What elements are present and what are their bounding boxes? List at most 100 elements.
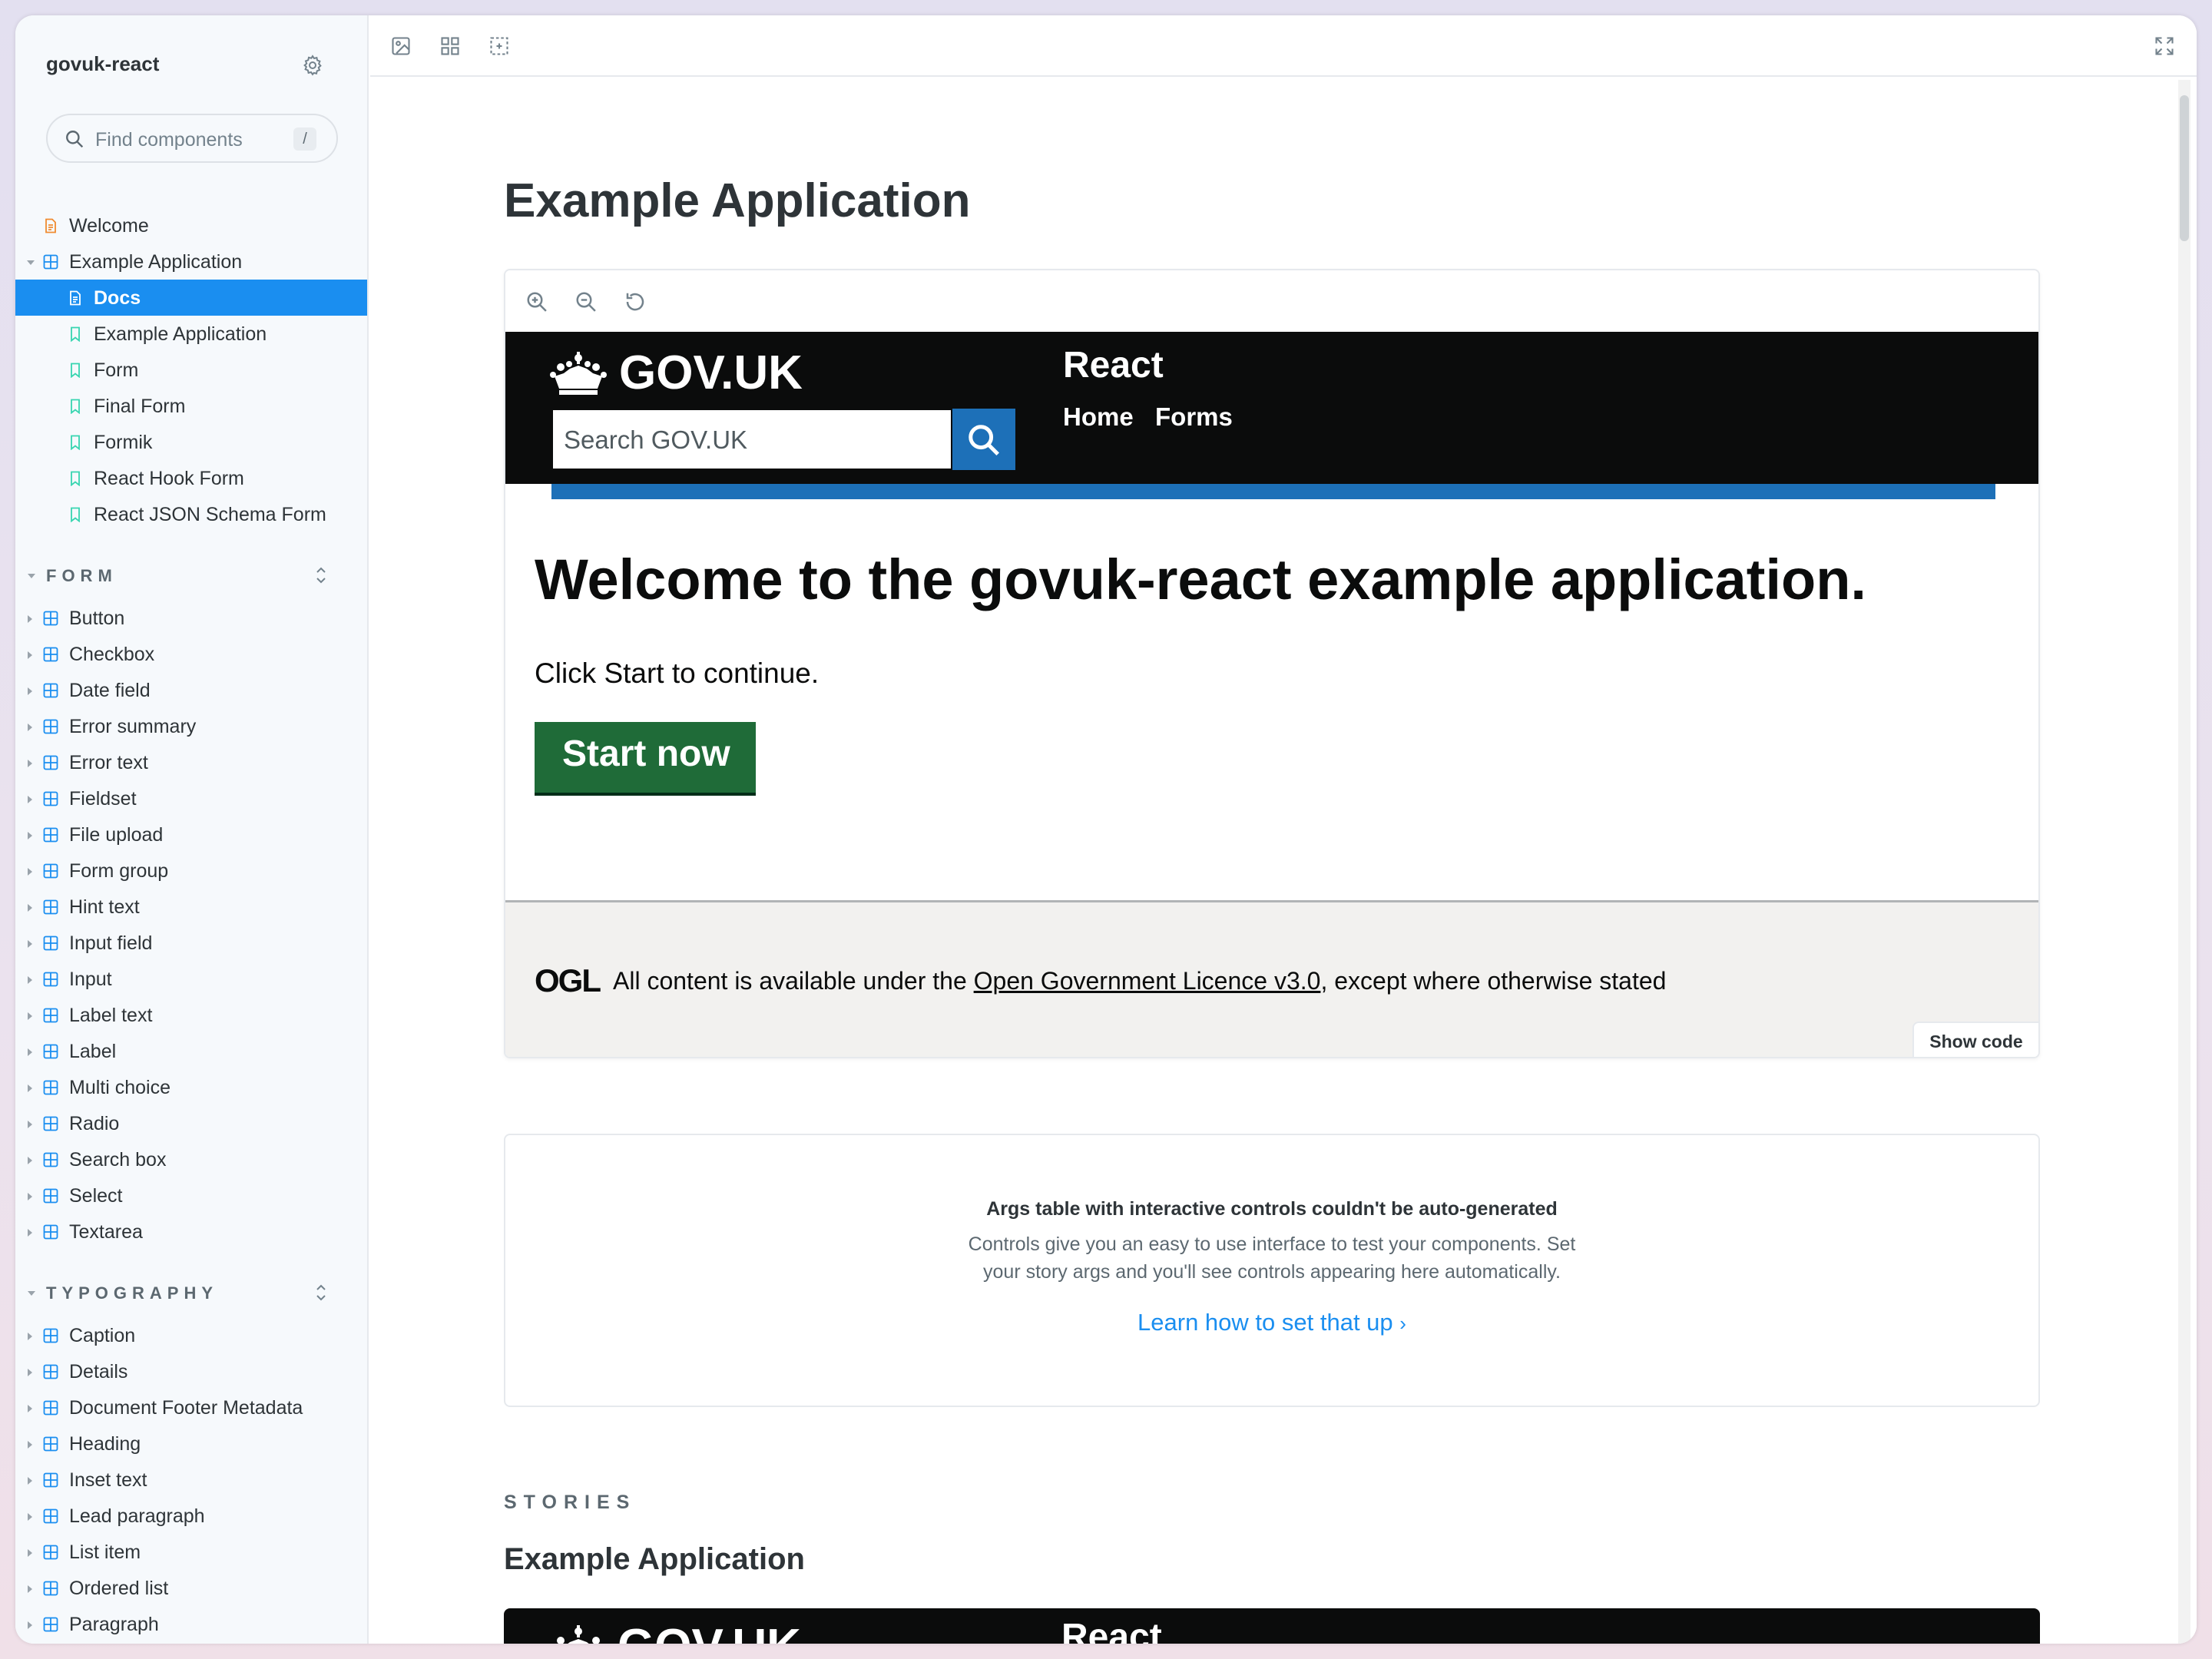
sidebar-item-welcome[interactable]: Welcome: [15, 207, 367, 243]
sidebar-item[interactable]: Heading: [15, 1426, 367, 1462]
sidebar-item[interactable]: Ordered list: [15, 1570, 367, 1606]
sidebar-item[interactable]: Search box: [15, 1141, 367, 1177]
govuk-search-button[interactable]: [952, 409, 1015, 470]
chevron-right-icon: [28, 868, 32, 876]
sidebar-item-label: Radio: [69, 1113, 120, 1134]
outline-icon[interactable]: [488, 35, 510, 57]
sidebar-item[interactable]: File upload: [15, 816, 367, 853]
search-shortcut-key: /: [293, 127, 316, 151]
scrollbar-thumb[interactable]: [2180, 95, 2189, 241]
chevron-right-icon: [28, 1229, 32, 1237]
chevron-right-icon: [28, 1012, 32, 1020]
sidebar-item-label: Textarea: [69, 1221, 143, 1243]
component-icon: [43, 863, 58, 879]
sidebar-item-label: Error summary: [69, 716, 197, 737]
brand-title[interactable]: govuk-react: [46, 52, 159, 76]
sidebar-item[interactable]: Lead paragraph: [15, 1498, 367, 1534]
sidebar-item-formik[interactable]: Formik: [15, 424, 367, 460]
zoom-toolbar: [505, 270, 2038, 332]
sidebar-item[interactable]: Inset text: [15, 1462, 367, 1498]
nav-link-home[interactable]: Home: [1063, 402, 1134, 432]
sidebar-item[interactable]: Error text: [15, 744, 367, 780]
component-icon: [43, 1545, 58, 1560]
sidebar-item-form[interactable]: Form: [15, 352, 367, 388]
chevron-down-icon: [28, 574, 35, 578]
nav-link-forms[interactable]: Forms: [1155, 402, 1233, 432]
sidebar-item[interactable]: Label text: [15, 997, 367, 1033]
sidebar-item-label: Caption: [69, 1325, 136, 1346]
sidebar-item[interactable]: Caption: [15, 1317, 367, 1353]
licence-link[interactable]: Open Government Licence v3.0: [974, 967, 1321, 995]
chevron-right-icon: [28, 724, 32, 731]
page-title: Example Application: [504, 174, 971, 227]
chevron-right-icon: [28, 687, 32, 695]
component-icon: [43, 1328, 58, 1343]
component-tree: Welcome Example Application Docs Example…: [15, 207, 367, 1644]
expand-collapse-icon[interactable]: [313, 1282, 329, 1303]
sidebar-item-story-example-application[interactable]: Example Application: [15, 316, 367, 352]
sidebar-item[interactable]: Error summary: [15, 708, 367, 744]
search-icon: [66, 131, 84, 148]
sidebar-item[interactable]: Label: [15, 1033, 367, 1069]
sidebar-item[interactable]: Radio: [15, 1105, 367, 1141]
chevron-right-icon: [28, 940, 32, 948]
section-header-typography[interactable]: TYPOGRAPHY: [15, 1271, 367, 1317]
sidebar-item-label: Details: [69, 1361, 128, 1382]
sidebar-item[interactable]: Button: [15, 600, 367, 636]
sidebar-item[interactable]: Select: [15, 1177, 367, 1214]
sidebar-item-react-hook-form[interactable]: React Hook Form: [15, 460, 367, 496]
gear-icon[interactable]: [301, 54, 324, 77]
start-now-button[interactable]: Start now: [535, 722, 756, 793]
expand-collapse-icon[interactable]: [313, 565, 329, 586]
component-icon: [43, 972, 58, 987]
sidebar-item[interactable]: Hint text: [15, 889, 367, 925]
show-code-button[interactable]: Show code: [1912, 1022, 2038, 1057]
sidebar-item-label: Input: [69, 969, 112, 990]
sidebar-item-label: File upload: [69, 824, 164, 846]
sidebar-item[interactable]: Input: [15, 961, 367, 997]
sidebar-item-example-application[interactable]: Example Application: [15, 243, 367, 280]
sidebar-item-label: Fieldset: [69, 788, 137, 810]
story-preview-canvas: GOV.UK Search GOV.UK React Home Forms We…: [504, 269, 2040, 1058]
reset-zoom-icon[interactable]: [624, 290, 647, 313]
zoom-in-icon[interactable]: [525, 290, 548, 313]
sidebar-item[interactable]: Form group: [15, 853, 367, 889]
component-icon: [43, 827, 58, 843]
sidebar-item[interactable]: Textarea: [15, 1214, 367, 1250]
story-title: Example Application: [504, 1542, 805, 1576]
learn-setup-link[interactable]: Learn how to set that up ›: [505, 1309, 2038, 1336]
image-icon[interactable]: [390, 35, 412, 57]
crown-logo-icon[interactable]: [550, 352, 607, 396]
sidebar-item[interactable]: Phase banner: [15, 1642, 367, 1644]
zoom-out-icon[interactable]: [575, 290, 598, 313]
sidebar-item[interactable]: Paragraph: [15, 1606, 367, 1642]
sidebar-item-docs[interactable]: Docs: [15, 280, 367, 316]
sidebar-item-final-form[interactable]: Final Form: [15, 388, 367, 424]
footer-licence-text: All content is available under the Open …: [613, 967, 1667, 995]
ogl-logo: OGL: [535, 962, 601, 998]
govuk-header: GOV.UK Search GOV.UK React Home Forms: [505, 332, 2038, 484]
grid-icon[interactable]: [439, 35, 461, 57]
service-name[interactable]: React: [1063, 344, 1164, 386]
chevron-right-icon: [28, 615, 32, 623]
scrollbar[interactable]: [2178, 80, 2190, 1644]
section-header-form[interactable]: FORM: [15, 554, 367, 600]
sidebar-item[interactable]: Fieldset: [15, 780, 367, 816]
sidebar-item[interactable]: Input field: [15, 925, 367, 961]
bookmark-icon: [71, 326, 80, 342]
fullscreen-icon[interactable]: [2154, 35, 2175, 57]
chevron-right-icon: [28, 976, 32, 984]
govuk-search-input[interactable]: Search GOV.UK: [551, 409, 952, 470]
sidebar-item[interactable]: List item: [15, 1534, 367, 1570]
sidebar-item-react-json-schema-form[interactable]: React JSON Schema Form: [15, 496, 367, 532]
sidebar-item[interactable]: Multi choice: [15, 1069, 367, 1105]
find-components-search[interactable]: Find components /: [46, 114, 338, 163]
sidebar-item-label: Label: [69, 1041, 117, 1062]
govuk-logo-text[interactable]: GOV.UK: [619, 346, 803, 400]
sidebar-item-label: Checkbox: [69, 644, 155, 665]
sidebar-item[interactable]: Checkbox: [15, 636, 367, 672]
sidebar-item[interactable]: Details: [15, 1353, 367, 1389]
sidebar-item[interactable]: Document Footer Metadata: [15, 1389, 367, 1426]
sidebar-item[interactable]: Date field: [15, 672, 367, 708]
chevron-right-icon: [28, 1549, 32, 1557]
